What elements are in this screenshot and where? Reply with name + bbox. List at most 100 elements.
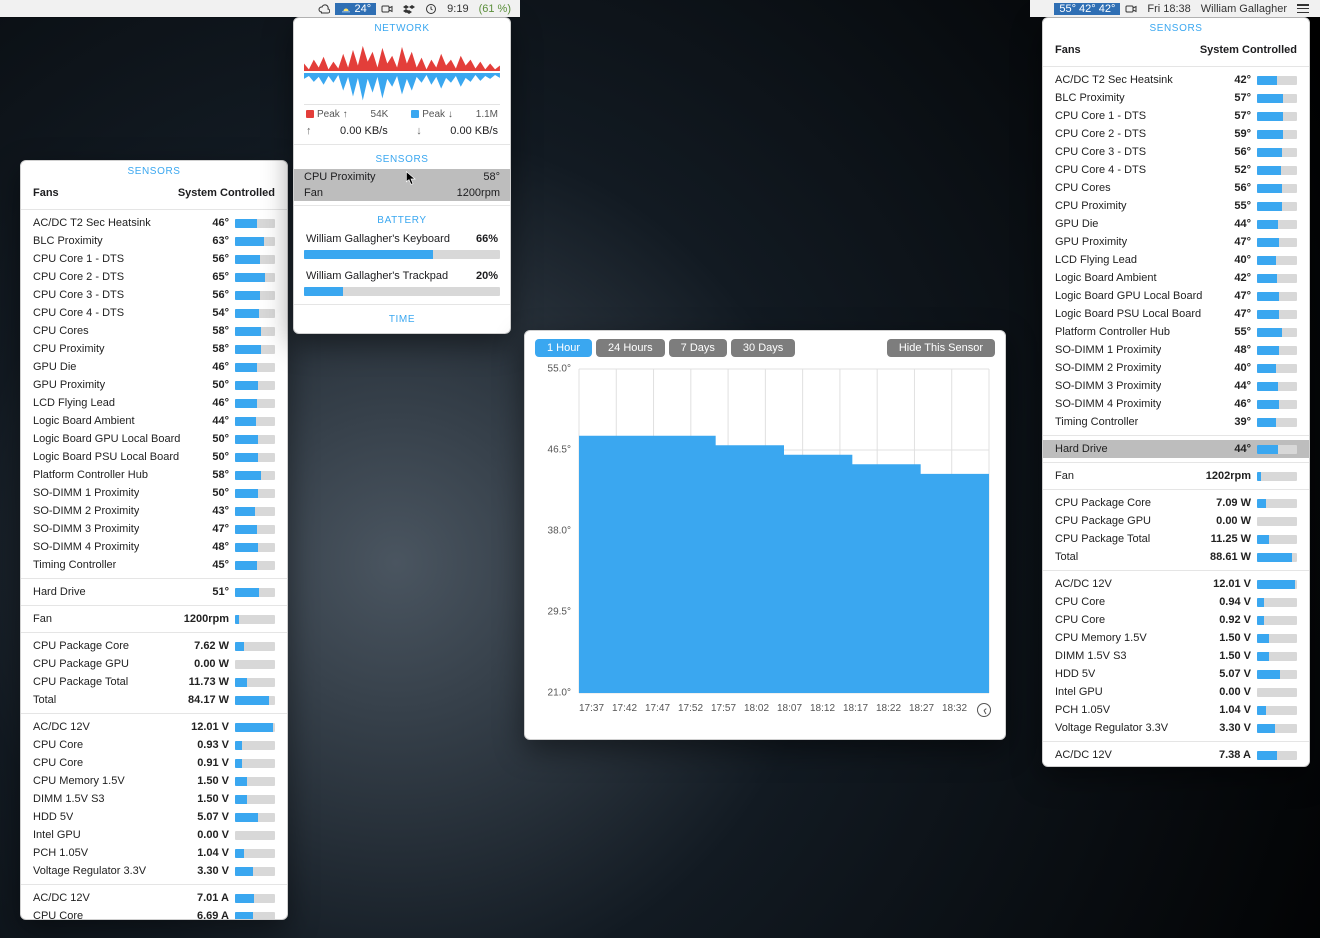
time-header[interactable]: TIME	[294, 309, 510, 333]
sensor-row[interactable]: CPU Memory 1.5V1.50 V	[1043, 629, 1309, 647]
fans-heading-row[interactable]: Fans System Controlled	[21, 181, 287, 205]
sensor-row[interactable]: CPU Core 1 - DTS57°	[1043, 107, 1309, 125]
sensor-row[interactable]: Platform Controller Hub55°	[1043, 323, 1309, 341]
range-7-days-button[interactable]: 7 Days	[669, 339, 727, 357]
battery-row[interactable]: William Gallagher's Trackpad20%	[294, 267, 510, 285]
sensor-row[interactable]: HDD 5V5.07 V	[1043, 665, 1309, 683]
sensor-row[interactable]: CPU Core 4 - DTS54°	[21, 304, 287, 322]
sensor-row[interactable]: Platform Controller Hub58°	[21, 466, 287, 484]
hide-sensor-button[interactable]: Hide This Sensor	[887, 339, 995, 357]
sensor-row[interactable]: CPU Package Core7.09 W	[1043, 494, 1309, 512]
sensor-row[interactable]: Logic Board Ambient44°	[21, 412, 287, 430]
sensor-row[interactable]: AC/DC T2 Sec Heatsink42°	[1043, 71, 1309, 89]
sensor-row[interactable]: Voltage Regulator 3.3V3.30 V	[1043, 719, 1309, 737]
sensor-row[interactable]: Intel GPU0.00 V	[1043, 683, 1309, 701]
camera-icon[interactable]	[376, 3, 398, 15]
menubar-datetime[interactable]: Fri 18:38	[1142, 3, 1195, 15]
sensor-row[interactable]: AC/DC 12V12.01 V	[21, 718, 287, 736]
sensor-row[interactable]: SO-DIMM 2 Proximity40°	[1043, 359, 1309, 377]
sensor-row[interactable]: GPU Proximity47°	[1043, 233, 1309, 251]
dropbox-icon[interactable]	[398, 3, 420, 15]
hard-drive-row[interactable]: Hard Drive44°	[1043, 440, 1309, 458]
sensor-row[interactable]: CPU Core 4 - DTS52°	[1043, 161, 1309, 179]
sensor-row[interactable]: SO-DIMM 1 Proximity48°	[1043, 341, 1309, 359]
sensor-row[interactable]: CPU Cores58°	[21, 322, 287, 340]
sensor-row[interactable]: CPU Core0.93 V	[21, 736, 287, 754]
sensor-row[interactable]: Logic Board PSU Local Board50°	[21, 448, 287, 466]
menubar-battery-pct[interactable]: (61 %)	[474, 3, 516, 15]
istat-temps-widget[interactable]: 55° 42° 42°	[1054, 3, 1120, 15]
sensor-row[interactable]: PCH 1.05V1.04 V	[1043, 701, 1309, 719]
sensor-row[interactable]: PCH 1.05V1.04 V	[21, 844, 287, 862]
sensor-row[interactable]: SO-DIMM 2 Proximity43°	[21, 502, 287, 520]
menubar-user[interactable]: William Gallagher	[1196, 3, 1292, 15]
range-1-hour-button[interactable]: 1 Hour	[535, 339, 592, 357]
sensor-row[interactable]: CPU Core0.94 V	[1043, 593, 1309, 611]
sensor-row[interactable]: GPU Proximity50°	[21, 376, 287, 394]
sensor-row[interactable]: Hard Drive51°	[21, 583, 287, 601]
sensor-row[interactable]: GPU Die46°	[21, 358, 287, 376]
sensor-row[interactable]: Total88.61 W	[1043, 548, 1309, 566]
sensor-row[interactable]: CPU Memory 1.5V1.50 V	[21, 772, 287, 790]
clock-icon[interactable]	[420, 3, 442, 15]
sensor-row[interactable]: CPU Core 3 - DTS56°	[21, 286, 287, 304]
sensor-row[interactable]: AC/DC T2 Sec Heatsink46°	[21, 214, 287, 232]
sensor-row[interactable]: Timing Controller39°	[1043, 413, 1309, 431]
sensor-row[interactable]: CPU Core6.69 A	[21, 907, 287, 920]
sensor-row[interactable]: DIMM 1.5V S31.50 V	[1043, 647, 1309, 665]
sensor-row[interactable]: CPU Package Total11.73 W	[21, 673, 287, 691]
sensor-row[interactable]: CPU Core 2 - DTS59°	[1043, 125, 1309, 143]
fan-row[interactable]: Fan1200rpm	[21, 610, 287, 628]
sensor-row[interactable]: SO-DIMM 3 Proximity47°	[21, 520, 287, 538]
battery-row[interactable]: William Gallagher's Keyboard66%	[294, 230, 510, 248]
sensor-row[interactable]: Logic Board PSU Local Board47°	[1043, 305, 1309, 323]
sensor-row[interactable]: Timing Controller45°	[21, 556, 287, 574]
sensor-row[interactable]: Fan 1200rpm	[294, 185, 510, 201]
sensor-row[interactable]: Logic Board GPU Local Board50°	[21, 430, 287, 448]
camera-icon[interactable]	[1120, 3, 1142, 15]
hard-drive-row[interactable]: Hard Drive51°	[21, 583, 287, 601]
sensor-row[interactable]: AC/DC 12V7.38 A	[1043, 746, 1309, 764]
sensor-row[interactable]: Logic Board GPU Local Board47°	[1043, 287, 1309, 305]
sensor-row[interactable]: Voltage Regulator 3.3V3.30 V	[21, 862, 287, 880]
clock-icon[interactable]	[977, 703, 991, 717]
sensor-row[interactable]: CPU Core0.91 V	[21, 754, 287, 772]
sensor-row[interactable]: CPU Proximity55°	[1043, 197, 1309, 215]
sensor-row[interactable]: CPU Core 1 - DTS56°	[21, 250, 287, 268]
sensor-row[interactable]: CPU Package GPU0.00 W	[21, 655, 287, 673]
sensor-row[interactable]: GPU Die44°	[1043, 215, 1309, 233]
sensor-row[interactable]: CPU Cores56°	[1043, 179, 1309, 197]
weather-widget[interactable]: 24°	[335, 3, 377, 15]
range-24-hours-button[interactable]: 24 Hours	[596, 339, 665, 357]
sensor-row[interactable]: CPU Core 2 - DTS65°	[21, 268, 287, 286]
fan-row[interactable]: Fan1202rpm	[1043, 467, 1309, 485]
sensor-row[interactable]: SO-DIMM 4 Proximity48°	[21, 538, 287, 556]
sensor-row[interactable]: SO-DIMM 3 Proximity44°	[1043, 377, 1309, 395]
sensor-row[interactable]: Fan1202rpm	[1043, 467, 1309, 485]
sensor-row[interactable]: CPU Package Core7.62 W	[21, 637, 287, 655]
sensor-row[interactable]: LCD Flying Lead46°	[21, 394, 287, 412]
sensor-row[interactable]: AC/DC 12V12.01 V	[1043, 575, 1309, 593]
sensor-row[interactable]: CPU Proximity 58°	[294, 169, 510, 185]
menubar-time[interactable]: 9:19	[442, 3, 473, 15]
sensor-row[interactable]: CPU Core 3 - DTS56°	[1043, 143, 1309, 161]
sensor-row[interactable]: SO-DIMM 1 Proximity50°	[21, 484, 287, 502]
sensor-row[interactable]: CPU Package GPU0.00 W	[1043, 512, 1309, 530]
sensor-row[interactable]: Intel GPU0.00 V	[21, 826, 287, 844]
sensor-row[interactable]: BLC Proximity63°	[21, 232, 287, 250]
sensor-row[interactable]: CPU Core0.92 V	[1043, 611, 1309, 629]
network-graph[interactable]	[304, 42, 500, 105]
sensor-row[interactable]: Fan1200rpm	[21, 610, 287, 628]
sensor-row[interactable]: AC/DC 12V7.01 A	[21, 889, 287, 907]
sensor-row[interactable]: LCD Flying Lead40°	[1043, 251, 1309, 269]
sensor-row[interactable]: CPU Proximity58°	[21, 340, 287, 358]
sensor-row[interactable]: SO-DIMM 4 Proximity46°	[1043, 395, 1309, 413]
cloud-icon[interactable]	[313, 3, 335, 15]
sensor-row[interactable]: Total84.17 W	[21, 691, 287, 709]
fans-heading-row[interactable]: Fans System Controlled	[1043, 38, 1309, 62]
range-30-days-button[interactable]: 30 Days	[731, 339, 795, 357]
hamburger-icon[interactable]	[1292, 4, 1314, 13]
sensor-row[interactable]: Hard Drive44°	[1043, 440, 1309, 458]
sensor-row[interactable]: CPU Core5.91 A	[1043, 764, 1309, 767]
chart-area[interactable]: 21.0°29.5°38.0°46.5°55.0°	[535, 363, 995, 703]
